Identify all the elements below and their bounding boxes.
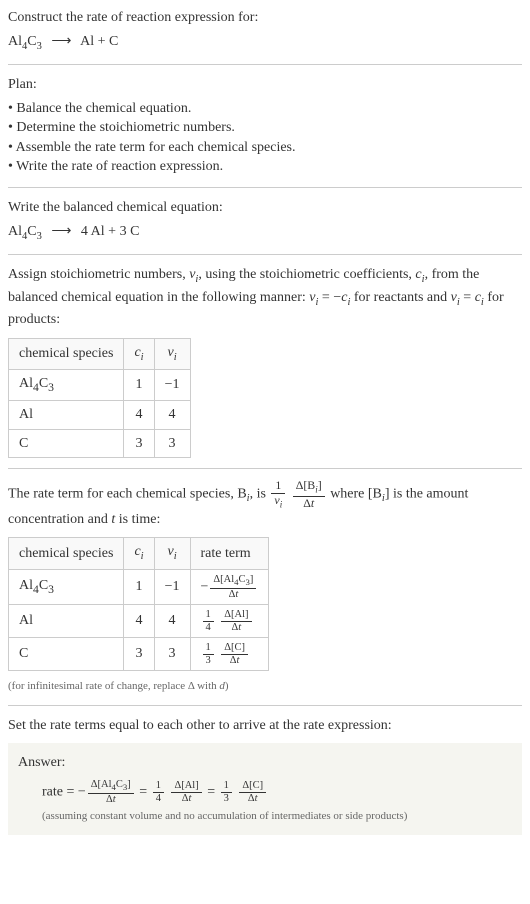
- plan-list: • Balance the chemical equation. • Deter…: [8, 99, 522, 177]
- cell-species: C: [9, 638, 124, 671]
- cell-ci: 4: [124, 401, 154, 430]
- balanced-equation: Al4C3 ⟶ 4 Al + 3 C: [8, 222, 522, 244]
- stoich-section: Assign stoichiometric numbers, νi, using…: [8, 265, 522, 458]
- col-ci: ci: [124, 338, 154, 369]
- col-ci: ci: [124, 538, 154, 569]
- products: Al + C: [80, 34, 118, 49]
- balanced-heading: Write the balanced chemical equation:: [8, 198, 522, 218]
- cell-ci: 3: [124, 638, 154, 671]
- stoich-text: Assign stoichiometric numbers, νi, using…: [8, 265, 522, 330]
- table-row: Al 4 4 14 Δ[Al]Δt: [9, 605, 269, 638]
- fraction: 1 νi: [271, 479, 285, 509]
- arrow-icon: ⟶: [51, 34, 71, 49]
- cell-nui: 4: [154, 401, 190, 430]
- plan-section: Plan: • Balance the chemical equation. •…: [8, 75, 522, 177]
- table-header-row: chemical species ci νi rate term: [9, 538, 269, 569]
- cell-ci: 4: [124, 605, 154, 638]
- plan-item: • Assemble the rate term for each chemic…: [8, 138, 522, 158]
- divider: [8, 705, 522, 706]
- table-row: Al 4 4: [9, 401, 191, 430]
- cell-nui: −1: [154, 370, 190, 401]
- reactant: Al4C3: [8, 34, 42, 49]
- final-heading: Set the rate terms equal to each other t…: [8, 716, 522, 736]
- col-species: chemical species: [9, 338, 124, 369]
- col-nui: νi: [154, 338, 190, 369]
- plus: +: [108, 224, 116, 239]
- cell-nui: 4: [154, 605, 190, 638]
- table-row: C 3 3 13 Δ[C]Δt: [9, 638, 269, 671]
- balanced-section: Write the balanced chemical equation: Al…: [8, 198, 522, 244]
- answer-note: (assuming constant volume and no accumul…: [42, 809, 512, 824]
- cell-nui: −1: [154, 569, 190, 604]
- col-species: chemical species: [9, 538, 124, 569]
- unbalanced-equation: Al4C3 ⟶ Al + C: [8, 32, 522, 54]
- cell-nui: 3: [154, 638, 190, 671]
- plan-heading: Plan:: [8, 75, 522, 95]
- cell-rate: 13 Δ[C]Δt: [190, 638, 269, 671]
- rateterm-table: chemical species ci νi rate term Al4C3 1…: [8, 537, 269, 671]
- rateterm-note: (for infinitesimal rate of change, repla…: [8, 679, 522, 694]
- plan-item: • Write the rate of reaction expression.: [8, 157, 522, 177]
- divider: [8, 468, 522, 469]
- table-row: Al4C3 1 −1 −Δ[Al4C3]Δt: [9, 569, 269, 604]
- table-row: Al4C3 1 −1: [9, 370, 191, 401]
- rateterm-section: The rate term for each chemical species,…: [8, 479, 522, 694]
- answer-label: Answer:: [18, 753, 512, 773]
- fraction: Δ[Bi] Δt: [293, 479, 325, 509]
- cell-ci: 1: [124, 569, 154, 604]
- cell-species: Al: [9, 401, 124, 430]
- stoich-table: chemical species ci νi Al4C3 1 −1 Al 4 4…: [8, 338, 191, 459]
- table-row: C 3 3: [9, 429, 191, 458]
- arrow-icon: ⟶: [51, 224, 71, 239]
- cell-rate: −Δ[Al4C3]Δt: [190, 569, 269, 604]
- cell-species: Al4C3: [9, 569, 124, 604]
- col-rate: rate term: [190, 538, 269, 569]
- table-header-row: chemical species ci νi: [9, 338, 191, 369]
- reactant: Al4C3: [8, 224, 42, 239]
- plan-item: • Determine the stoichiometric numbers.: [8, 118, 522, 138]
- rateterm-text: The rate term for each chemical species,…: [8, 479, 522, 529]
- product1: 4 Al: [81, 224, 105, 239]
- cell-species: Al4C3: [9, 370, 124, 401]
- intro-section: Construct the rate of reaction expressio…: [8, 8, 522, 54]
- answer-box: Answer: rate = −Δ[Al4C3]Δt = 14 Δ[Al]Δt …: [8, 743, 522, 834]
- cell-nui: 3: [154, 429, 190, 458]
- cell-species: C: [9, 429, 124, 458]
- divider: [8, 254, 522, 255]
- col-nui: νi: [154, 538, 190, 569]
- cell-ci: 1: [124, 370, 154, 401]
- divider: [8, 64, 522, 65]
- cell-species: Al: [9, 605, 124, 638]
- prompt-text: Construct the rate of reaction expressio…: [8, 8, 522, 28]
- answer-expression: rate = −Δ[Al4C3]Δt = 14 Δ[Al]Δt = 13 Δ[C…: [42, 779, 512, 805]
- cell-ci: 3: [124, 429, 154, 458]
- cell-rate: 14 Δ[Al]Δt: [190, 605, 269, 638]
- final-section: Set the rate terms equal to each other t…: [8, 716, 522, 835]
- product2: 3 C: [120, 224, 140, 239]
- divider: [8, 187, 522, 188]
- plan-item: • Balance the chemical equation.: [8, 99, 522, 119]
